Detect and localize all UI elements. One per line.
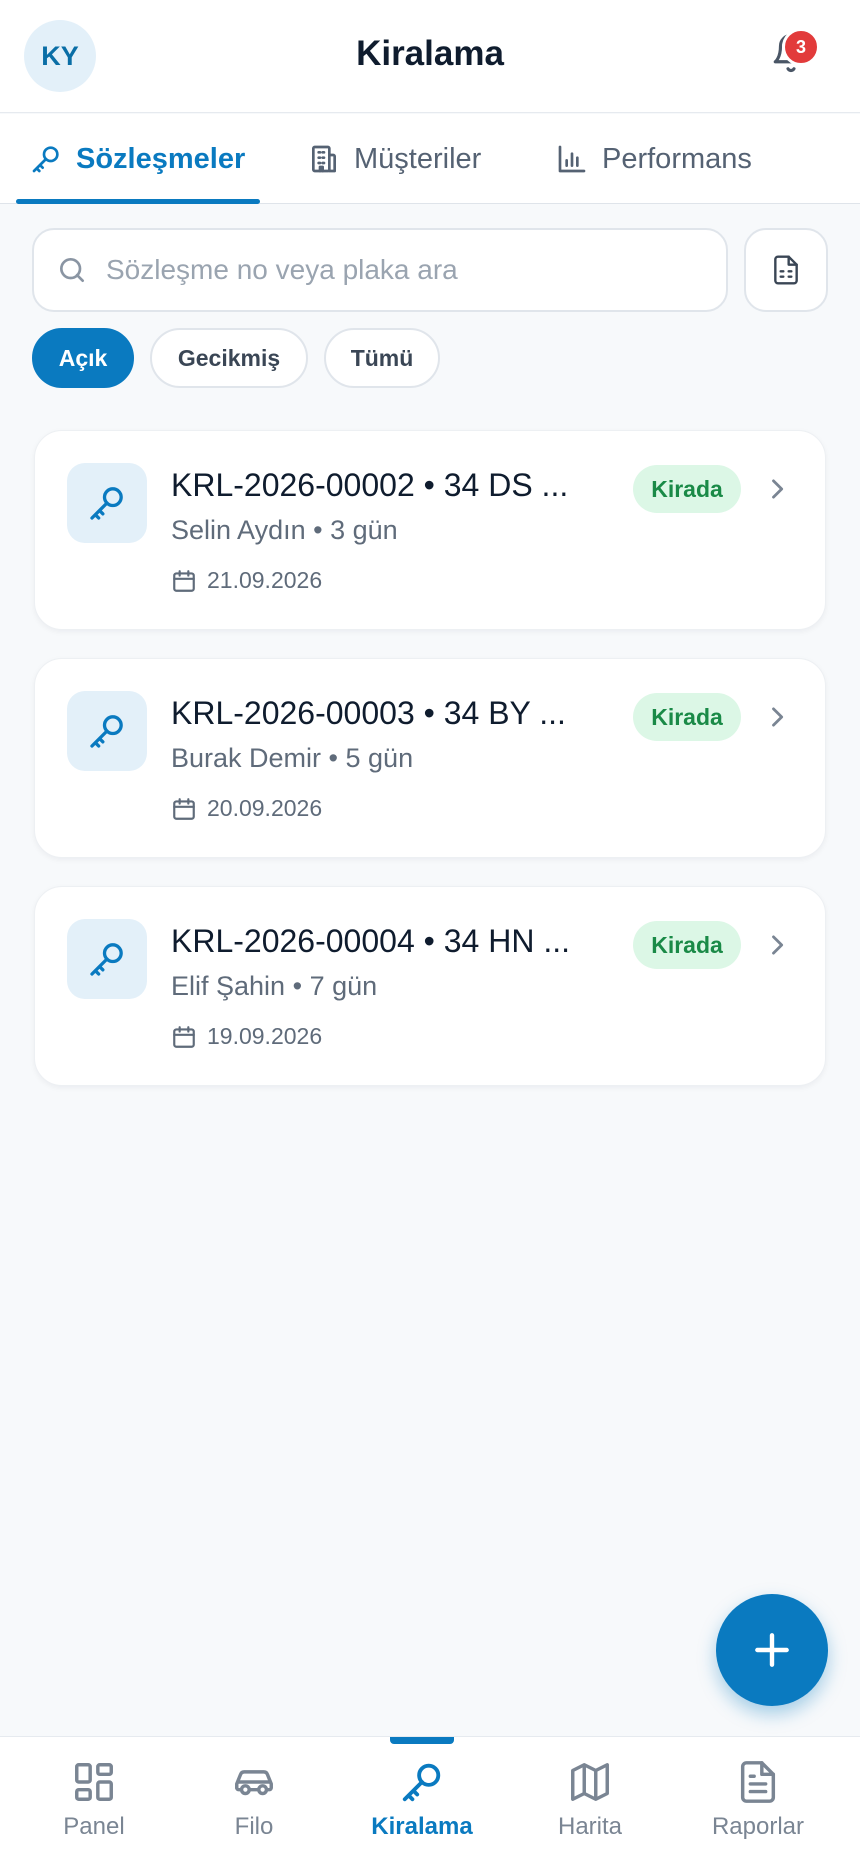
chevron-right-icon — [772, 479, 784, 499]
car-icon — [235, 1770, 273, 1796]
nav-item-panel[interactable]: Panel — [8, 1737, 180, 1864]
contract-card[interactable]: KRL-2026-00003 • 34 BY ... Burak Demir •… — [34, 658, 826, 858]
key-icon — [402, 1763, 441, 1802]
date-text: 21.09.2026 — [207, 567, 323, 593]
map-icon — [571, 1763, 609, 1801]
add-contract-button[interactable] — [716, 1594, 828, 1706]
spreadsheet-icon — [774, 255, 798, 285]
tab-performance[interactable]: Performans — [556, 114, 752, 204]
nav-item-fleet[interactable]: Filo — [168, 1737, 340, 1864]
search-icon — [60, 258, 84, 282]
nav-item-map[interactable]: Harita — [504, 1737, 676, 1864]
chevron-right-icon — [772, 935, 784, 955]
nav-label: Panel — [63, 1813, 125, 1840]
building-icon — [312, 145, 336, 173]
nav-label: Harita — [557, 1813, 623, 1840]
status-badge: Kirada — [633, 693, 741, 741]
bottom-navigation: Panel Filo Kiralama Harita Raporlar — [0, 1736, 860, 1864]
tab-label: Performans — [602, 142, 752, 175]
key-icon — [90, 487, 123, 520]
contract-icon-tile — [67, 919, 147, 999]
contract-customer-line: Burak Demir • 5 gün — [171, 743, 413, 774]
customer-name: Elif Şahin — [171, 971, 286, 1001]
plus-icon — [755, 1633, 789, 1667]
filter-open[interactable]: Açık — [32, 328, 134, 388]
chevron-right-icon — [772, 707, 784, 727]
key-icon — [90, 943, 123, 976]
rental-duration: 3 gün — [330, 515, 398, 545]
key-icon — [90, 715, 123, 748]
calendar-icon — [173, 569, 195, 592]
nav-label: Raporlar — [711, 1813, 805, 1840]
contract-icon-tile — [67, 463, 147, 543]
status-badge: Kirada — [633, 921, 741, 969]
nav-item-rental[interactable]: Kiralama — [336, 1737, 508, 1864]
nav-label: Filo — [234, 1813, 274, 1840]
date-text: 20.09.2026 — [207, 795, 323, 821]
bar-chart-icon — [558, 145, 586, 173]
notification-count-badge: 3 — [782, 28, 820, 66]
contract-customer-line: Selin Aydın • 3 gün — [171, 515, 398, 546]
calendar-icon — [173, 1025, 195, 1048]
nav-item-reports[interactable]: Raporlar — [672, 1737, 844, 1864]
status-badge: Kirada — [633, 465, 741, 513]
contract-customer-line: Elif Şahin • 7 gün — [171, 971, 377, 1002]
customer-name: Burak Demir — [171, 743, 322, 773]
separator-dot: • — [292, 971, 310, 1001]
contract-title: KRL-2026-00002 • 34 DS ... — [171, 467, 569, 503]
customer-name: Selin Aydın — [171, 515, 306, 545]
app-header: KY Kiralama 3 — [0, 0, 860, 113]
date-text: 19.09.2026 — [207, 1023, 323, 1049]
tab-customers[interactable]: Müşteriler — [308, 114, 481, 204]
separator-dot: • — [313, 515, 331, 545]
tab-label: Müşteriler — [354, 142, 482, 175]
nav-label: Kiralama — [371, 1813, 473, 1840]
contract-card[interactable]: KRL-2026-00004 • 34 HN ... Elif Şahin • … — [34, 886, 826, 1086]
contract-title: KRL-2026-00004 • 34 HN ... — [171, 923, 570, 959]
contract-date: 19.09.2026 — [171, 1023, 322, 1050]
tab-label: Sözleşmeler — [76, 142, 246, 175]
tab-bar: Sözleşmeler Müşteriler Performans — [0, 114, 860, 204]
separator-dot: • — [328, 743, 346, 773]
contract-date: 20.09.2026 — [171, 795, 322, 822]
filter-overdue[interactable]: Gecikmiş — [150, 328, 308, 388]
search-box[interactable] — [32, 228, 728, 312]
tab-contracts[interactable]: Sözleşmeler — [30, 114, 245, 204]
contract-title: KRL-2026-00003 • 34 BY ... — [171, 695, 566, 731]
report-button[interactable] — [744, 228, 828, 312]
grid-icon — [75, 1763, 113, 1801]
contract-card[interactable]: KRL-2026-00002 • 34 DS ... Selin Aydın •… — [34, 430, 826, 630]
rental-duration: 7 gün — [309, 971, 378, 1001]
contract-icon-tile — [67, 691, 147, 771]
search-input[interactable] — [106, 254, 666, 286]
page-title: Kiralama — [356, 34, 504, 73]
document-icon — [740, 1761, 776, 1803]
rental-duration: 5 gün — [345, 743, 414, 773]
filter-all[interactable]: Tümü — [324, 328, 440, 388]
active-tab-indicator — [16, 199, 260, 204]
contract-date: 21.09.2026 — [171, 567, 322, 594]
key-icon — [32, 146, 59, 173]
calendar-icon — [173, 797, 195, 820]
